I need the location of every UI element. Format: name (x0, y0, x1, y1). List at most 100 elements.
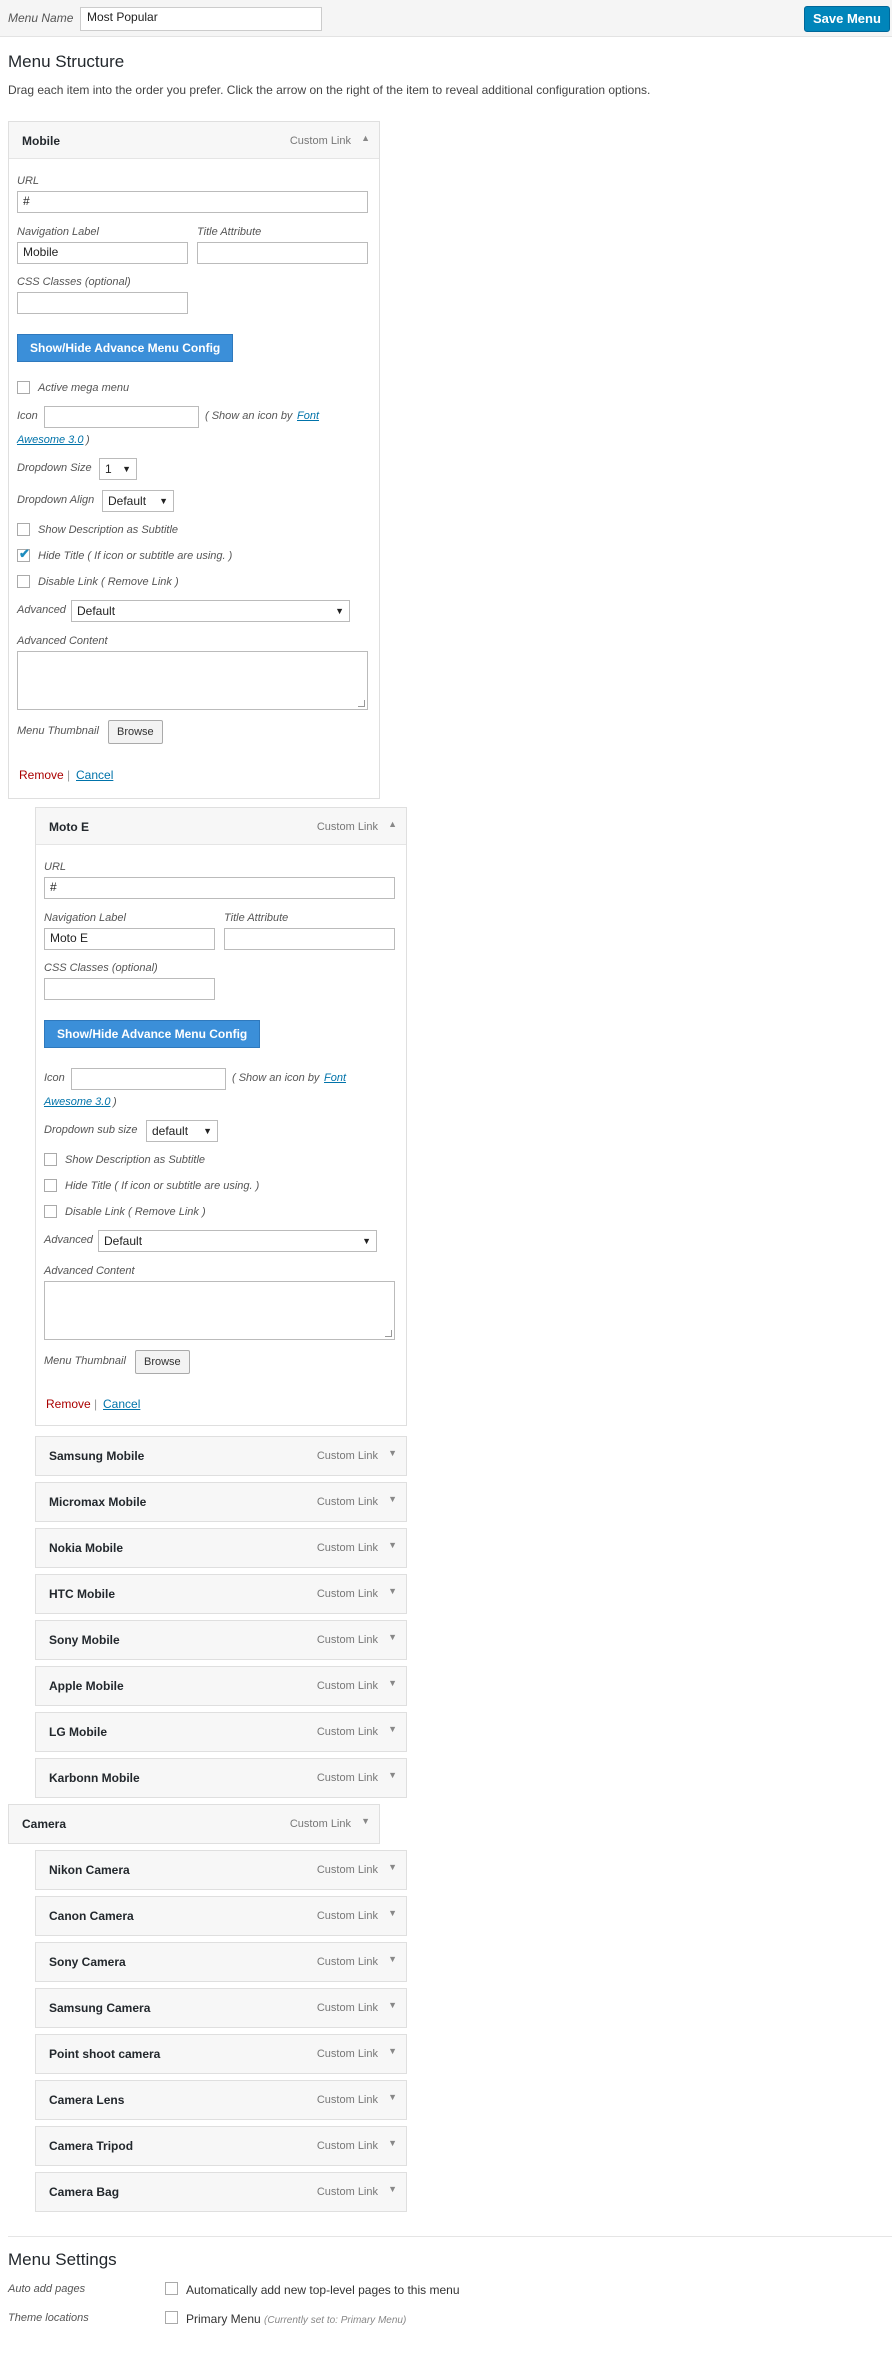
expand-arrow-icon[interactable]: ▼ (388, 1540, 397, 1550)
cancel-link[interactable]: Cancel (103, 1397, 140, 1411)
divider (8, 2236, 892, 2237)
expand-arrow-icon[interactable]: ▼ (388, 1586, 397, 1596)
browse-button[interactable]: Browse (108, 720, 163, 744)
expand-arrow-icon[interactable]: ▼ (388, 1678, 397, 1688)
primary-menu-checkbox[interactable] (165, 2311, 178, 2324)
expand-arrow-icon[interactable]: ▼ (388, 1770, 397, 1780)
menu-item-handle[interactable]: Moto E Custom Link ▲ (36, 808, 406, 845)
menu-item-collapsed[interactable]: HTC Mobile Custom Link ▼ (35, 1574, 407, 1614)
caret-down-icon: ▼ (122, 464, 131, 474)
menu-item-camera[interactable]: Camera Custom Link ▼ (8, 1804, 380, 1844)
menu-item-title: Nokia Mobile (49, 1541, 124, 1555)
title-attribute-input[interactable] (224, 928, 395, 950)
menu-structure-title: Menu Structure (8, 52, 125, 71)
show-description-checkbox[interactable] (44, 1153, 57, 1166)
advanced-content-textarea[interactable] (17, 651, 368, 710)
expand-arrow-icon[interactable]: ▼ (388, 1632, 397, 1642)
url-label: URL (17, 175, 40, 187)
menu-item-type: Custom Link (316, 1956, 378, 1968)
disable-link-checkbox[interactable] (44, 1205, 57, 1218)
menu-item-title: Karbonn Mobile (49, 1771, 140, 1785)
icon-input[interactable] (71, 1068, 226, 1090)
advanced-select[interactable]: Default ▼ (71, 600, 350, 622)
expand-arrow-icon[interactable]: ▼ (388, 2138, 397, 2148)
cancel-link[interactable]: Cancel (76, 768, 113, 782)
font-link[interactable]: Font (324, 1072, 346, 1084)
dropdown-size-select[interactable]: 1 ▼ (99, 458, 137, 480)
show-description-label: Show Description as Subtitle (38, 524, 179, 536)
expand-arrow-icon[interactable]: ▼ (388, 2000, 397, 2010)
menu-item-collapsed[interactable]: Camera Tripod Custom Link ▼ (35, 2126, 407, 2166)
menu-item-collapsed[interactable]: Samsung Camera Custom Link ▼ (35, 1988, 407, 2028)
css-classes-input[interactable] (17, 292, 188, 314)
expand-arrow-icon[interactable]: ▼ (388, 1724, 397, 1734)
expand-arrow-icon[interactable]: ▼ (388, 1448, 397, 1458)
expand-arrow-icon[interactable]: ▼ (361, 1816, 370, 1826)
url-input[interactable]: # (17, 191, 368, 213)
menu-item-collapsed[interactable]: Nikon Camera Custom Link ▼ (35, 1850, 407, 1890)
toggle-advance-config-button[interactable]: Show/Hide Advance Menu Config (17, 334, 234, 362)
font-link[interactable]: Font (297, 410, 319, 422)
menu-item-collapsed[interactable]: Canon Camera Custom Link ▼ (35, 1896, 407, 1936)
title-attribute-label: Title Attribute (197, 226, 262, 238)
url-input[interactable]: # (44, 877, 395, 899)
menu-item-collapsed[interactable]: Sony Camera Custom Link ▼ (35, 1942, 407, 1982)
menu-name-input[interactable]: Most Popular (80, 7, 322, 31)
menu-item-collapsed[interactable]: Nokia Mobile Custom Link ▼ (35, 1528, 407, 1568)
icon-label: Icon (44, 1072, 65, 1084)
expand-arrow-icon[interactable]: ▼ (388, 1954, 397, 1964)
remove-link[interactable]: Remove (46, 1397, 91, 1411)
nav-label-input[interactable]: Moto E (44, 928, 215, 950)
title-attribute-input[interactable] (197, 242, 368, 264)
menu-item-title: Moto E (49, 820, 89, 834)
nav-label-input[interactable]: Mobile (17, 242, 188, 264)
collapse-arrow-icon[interactable]: ▲ (361, 133, 370, 143)
url-label: URL (44, 861, 67, 873)
icon-input[interactable] (44, 406, 199, 428)
menu-item-collapsed[interactable]: Karbonn Mobile Custom Link ▼ (35, 1758, 407, 1798)
menu-item-handle[interactable]: Mobile Custom Link ▲ (9, 122, 379, 159)
toggle-advance-config-button[interactable]: Show/Hide Advance Menu Config (44, 1020, 261, 1048)
dropdown-sub-size-select[interactable]: default ▼ (146, 1120, 218, 1142)
expand-arrow-icon[interactable]: ▼ (388, 1494, 397, 1504)
expand-arrow-icon[interactable]: ▼ (388, 1862, 397, 1872)
menu-item-collapsed[interactable]: Sony Mobile Custom Link ▼ (35, 1620, 407, 1660)
icon-hint-pre: ( Show an icon by (205, 410, 293, 422)
hide-title-label: Hide Title ( If icon or subtitle are usi… (38, 550, 233, 562)
show-description-checkbox[interactable] (17, 523, 30, 536)
css-classes-input[interactable] (44, 978, 215, 1000)
menu-item-collapsed[interactable]: Samsung Mobile Custom Link ▼ (35, 1436, 407, 1476)
auto-add-pages-checkbox[interactable] (165, 2282, 178, 2295)
expand-arrow-icon[interactable]: ▼ (388, 2184, 397, 2194)
menu-item-collapsed[interactable]: Point shoot camera Custom Link ▼ (35, 2034, 407, 2074)
menu-item-title: Samsung Camera (49, 2001, 151, 2015)
save-menu-button[interactable]: Save Menu (804, 6, 890, 32)
menu-item-collapsed[interactable]: Apple Mobile Custom Link ▼ (35, 1666, 407, 1706)
hide-title-checkbox[interactable] (44, 1179, 57, 1192)
browse-button[interactable]: Browse (135, 1350, 190, 1374)
disable-link-checkbox[interactable] (17, 575, 30, 588)
hide-title-checkbox[interactable]: ✔ (17, 546, 30, 562)
expand-arrow-icon[interactable]: ▼ (388, 1908, 397, 1918)
advanced-value: Default (77, 604, 116, 618)
remove-link[interactable]: Remove (19, 768, 64, 782)
menu-item-collapsed[interactable]: Camera Bag Custom Link ▼ (35, 2172, 407, 2212)
menu-item-title: Camera Lens (49, 2093, 125, 2107)
expand-arrow-icon[interactable]: ▼ (388, 2092, 397, 2102)
collapse-arrow-icon[interactable]: ▲ (388, 819, 397, 829)
font-awesome-link[interactable]: Awesome 3.0 (17, 434, 83, 446)
advanced-label: Advanced (44, 1234, 93, 1246)
advanced-content-textarea[interactable] (44, 1281, 395, 1340)
font-awesome-link[interactable]: Awesome 3.0 (44, 1096, 110, 1108)
advanced-select[interactable]: Default ▼ (98, 1230, 377, 1252)
menu-item-collapsed[interactable]: Camera Lens Custom Link ▼ (35, 2080, 407, 2120)
menu-item-collapsed[interactable]: LG Mobile Custom Link ▼ (35, 1712, 407, 1752)
menu-item-mobile: Mobile Custom Link ▲ URL # Navigation La… (8, 121, 380, 799)
title-attribute-label: Title Attribute (224, 912, 289, 924)
caret-down-icon: ▼ (159, 496, 168, 506)
menu-item-collapsed[interactable]: Micromax Mobile Custom Link ▼ (35, 1482, 407, 1522)
icon-hint-post: ) (86, 434, 90, 446)
active-mega-checkbox[interactable] (17, 381, 30, 394)
dropdown-align-select[interactable]: Default ▼ (102, 490, 174, 512)
expand-arrow-icon[interactable]: ▼ (388, 2046, 397, 2056)
